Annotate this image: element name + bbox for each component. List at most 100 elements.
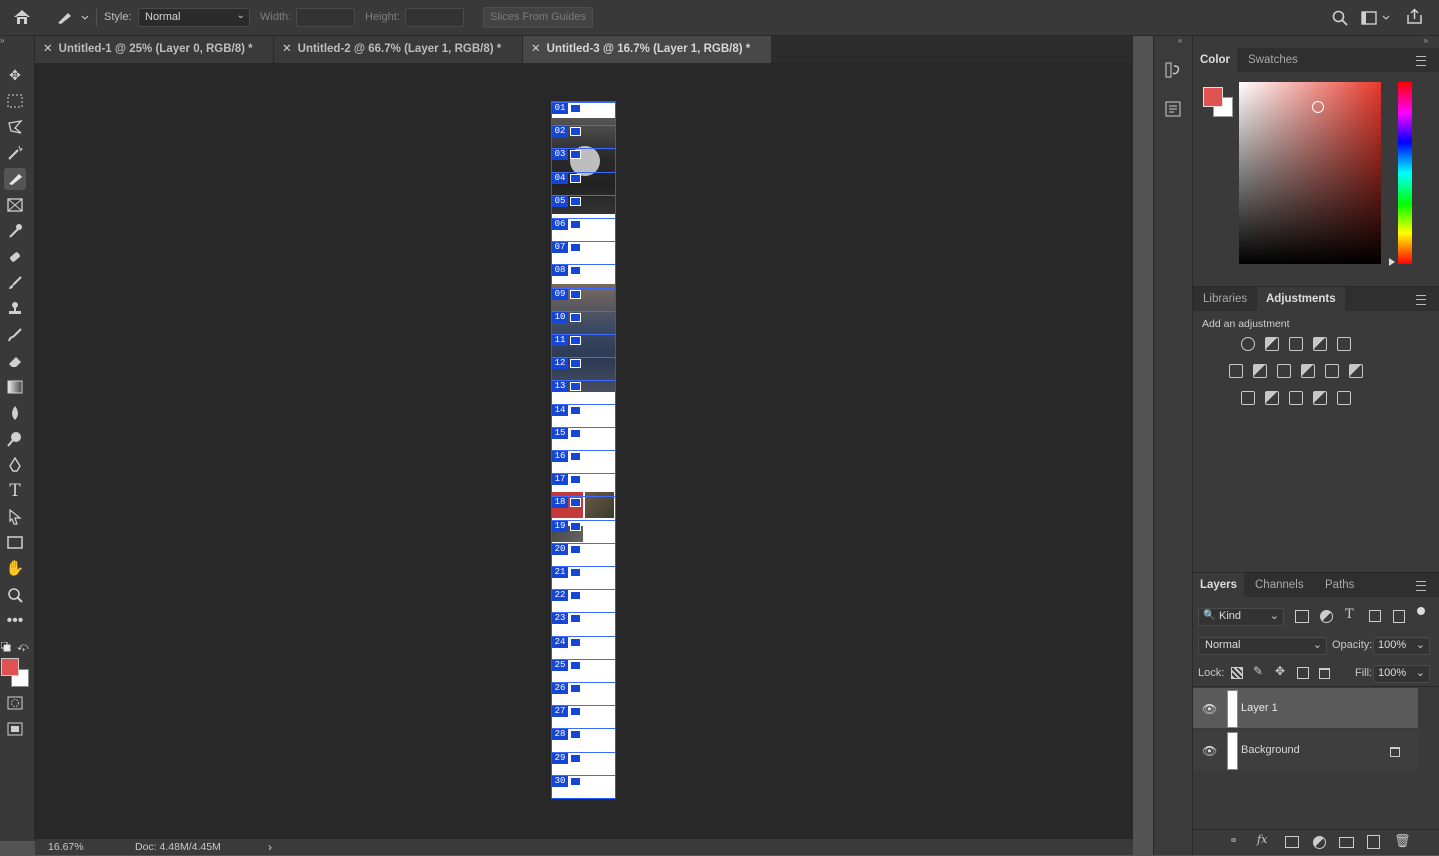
- selective-color-icon[interactable]: [1313, 391, 1327, 405]
- lasso-tool-icon[interactable]: [4, 116, 26, 138]
- slice-09[interactable]: 09: [552, 287, 615, 312]
- slices-from-guides-button[interactable]: Slices From Guides: [483, 7, 593, 28]
- hand-tool-icon[interactable]: ✋: [4, 558, 26, 580]
- color-picker-circle[interactable]: [1312, 101, 1324, 113]
- color-field[interactable]: [1239, 82, 1381, 264]
- brightness-contrast-icon[interactable]: [1241, 337, 1255, 351]
- layer-row-background[interactable]: 👁 Background: [1193, 730, 1418, 770]
- hue-saturation-icon[interactable]: [1229, 364, 1243, 378]
- document-canvas[interactable]: 01 02 03 04 05 06 07 08 09 10 11 12 13 14 15 16 17 18 19 20…: [551, 101, 616, 799]
- layer-filter-select[interactable]: 🔍 Kind ⌄: [1198, 608, 1284, 626]
- tab-libraries[interactable]: Libraries: [1203, 287, 1247, 311]
- tab-adjustments[interactable]: Adjustments: [1257, 287, 1345, 311]
- slice-29[interactable]: 29: [552, 751, 615, 776]
- tab-untitled-2[interactable]: ✕ Untitled-2 @ 66.7% (Layer 1, RGB/8) *: [274, 36, 523, 63]
- hue-slider[interactable]: [1398, 82, 1412, 264]
- panel-menu-icon[interactable]: [1416, 581, 1426, 591]
- slice-08[interactable]: 08: [552, 264, 615, 288]
- foreground-color-swatch[interactable]: [1, 658, 19, 676]
- eraser-icon[interactable]: [4, 350, 26, 372]
- workspace-icon[interactable]: [1361, 11, 1391, 25]
- more-tools-icon[interactable]: •••: [4, 610, 26, 632]
- tab-untitled-3[interactable]: ✕ Untitled-3 @ 16.7% (Layer 1, RGB/8) *: [523, 36, 772, 63]
- slice-18[interactable]: 18: [552, 496, 615, 520]
- new-layer-icon[interactable]: [1367, 835, 1380, 849]
- eyedropper-icon[interactable]: [4, 220, 26, 242]
- close-icon[interactable]: ✕: [35, 43, 59, 55]
- slice-01[interactable]: 01: [552, 102, 615, 126]
- black-white-icon[interactable]: [1277, 364, 1291, 378]
- style-select[interactable]: Normal ⌄: [138, 8, 250, 27]
- lock-position-icon[interactable]: ✥: [1275, 664, 1285, 678]
- slice-19[interactable]: 19: [552, 519, 615, 544]
- slice-15[interactable]: 15: [552, 426, 615, 451]
- color-lookup-icon[interactable]: [1349, 364, 1363, 378]
- close-icon[interactable]: ✕: [274, 43, 298, 55]
- clone-stamp-icon[interactable]: [4, 298, 26, 320]
- slice-16[interactable]: 16: [552, 450, 615, 474]
- collapse-toolbar-icon[interactable]: »: [0, 36, 4, 45]
- photo-filter-icon[interactable]: [1301, 364, 1315, 378]
- exposure-icon[interactable]: [1313, 337, 1327, 351]
- properties-panel-icon[interactable]: [1164, 100, 1182, 118]
- filter-toggle-icon[interactable]: [1417, 607, 1425, 615]
- hue-slider-handle[interactable]: [1389, 258, 1395, 266]
- lock-image-icon[interactable]: ✎: [1253, 664, 1263, 678]
- quick-mask-icon[interactable]: [4, 692, 26, 714]
- slice-17[interactable]: 17: [552, 473, 615, 497]
- filter-pixel-icon[interactable]: [1295, 610, 1309, 623]
- blur-tool-icon[interactable]: [4, 402, 26, 424]
- filter-type-icon[interactable]: T: [1345, 607, 1354, 622]
- lock-all-icon[interactable]: [1319, 668, 1330, 679]
- slice-20[interactable]: 20: [552, 542, 615, 567]
- new-group-icon[interactable]: [1339, 837, 1354, 848]
- tab-color[interactable]: Color: [1193, 48, 1237, 72]
- tab-swatches[interactable]: Swatches: [1248, 48, 1298, 72]
- slice-10[interactable]: 10: [552, 310, 615, 335]
- slice-12[interactable]: 12: [552, 357, 615, 381]
- slice-11[interactable]: 11: [552, 334, 615, 358]
- fx-icon[interactable]: fx: [1257, 833, 1267, 846]
- tab-paths[interactable]: Paths: [1325, 573, 1354, 597]
- slice-tool-icon[interactable]: [4, 168, 26, 190]
- filter-adjustment-icon[interactable]: [1320, 610, 1333, 623]
- slice-03[interactable]: 03: [552, 148, 615, 172]
- gradient-icon[interactable]: [4, 376, 26, 398]
- filter-smart-object-icon[interactable]: [1393, 610, 1405, 623]
- history-panel-icon[interactable]: [1164, 61, 1182, 79]
- threshold-icon[interactable]: [1289, 391, 1303, 405]
- status-menu-arrow[interactable]: ›: [268, 840, 272, 854]
- vibrance-icon[interactable]: [1337, 337, 1351, 351]
- slice-22[interactable]: 22: [552, 589, 615, 613]
- fg-color-chip[interactable]: [1203, 87, 1223, 107]
- layer-name[interactable]: Layer 1: [1241, 702, 1278, 714]
- panel-menu-icon[interactable]: [1416, 56, 1426, 66]
- height-field[interactable]: [405, 8, 464, 27]
- share-icon[interactable]: [1406, 8, 1423, 25]
- home-icon[interactable]: [12, 8, 32, 26]
- visibility-eye-icon[interactable]: 👁: [1202, 744, 1217, 758]
- filter-shape-icon[interactable]: [1369, 610, 1381, 622]
- panel-collapse-icon[interactable]: »: [1424, 36, 1428, 45]
- slice-24[interactable]: 24: [552, 635, 615, 660]
- visibility-eye-icon[interactable]: 👁: [1202, 702, 1217, 716]
- slice-05[interactable]: 05: [552, 194, 615, 219]
- layer-row-layer-1[interactable]: 👁 Layer 1: [1193, 688, 1418, 728]
- slice-27[interactable]: 27: [552, 705, 615, 729]
- slice-28[interactable]: 28: [552, 728, 615, 752]
- gradient-map-icon[interactable]: [1337, 391, 1351, 405]
- brush-tool-icon[interactable]: [4, 272, 26, 294]
- fill-field[interactable]: 100% ⌄: [1373, 665, 1430, 683]
- posterize-icon[interactable]: [1265, 391, 1279, 405]
- frame-tool-icon[interactable]: [4, 194, 26, 216]
- adjustment-layer-icon[interactable]: [1313, 836, 1326, 849]
- slice-06[interactable]: 06: [552, 218, 615, 242]
- zoom-level[interactable]: 16.67%: [48, 841, 84, 853]
- slice-23[interactable]: 23: [552, 612, 615, 636]
- type-tool-icon[interactable]: T: [4, 480, 26, 502]
- blend-mode-select[interactable]: Normal ⌄: [1198, 637, 1327, 655]
- tab-channels[interactable]: Channels: [1255, 573, 1304, 597]
- rectangle-tool-icon[interactable]: [4, 532, 26, 554]
- slice-07[interactable]: 07: [552, 241, 615, 265]
- width-field[interactable]: [296, 8, 355, 27]
